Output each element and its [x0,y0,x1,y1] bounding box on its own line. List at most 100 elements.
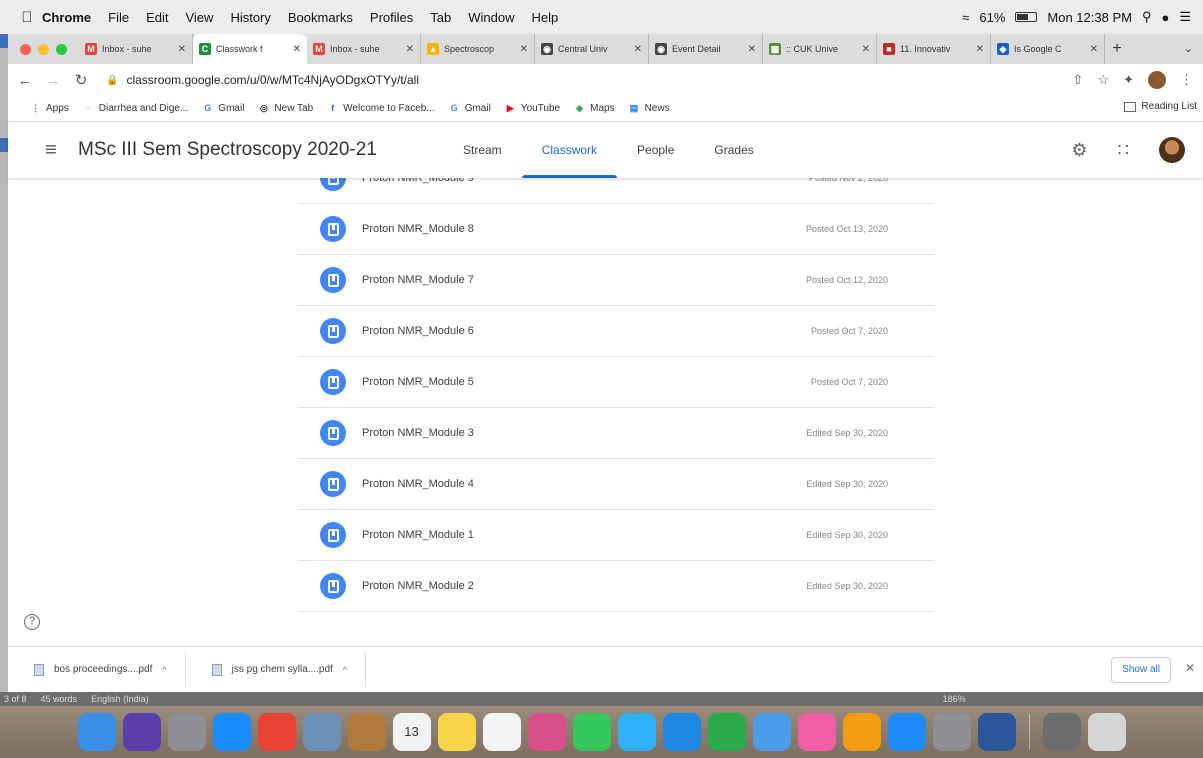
menu-view[interactable]: View [185,10,213,25]
browser-tab[interactable]: ■ 11. Innovativ ✕ [877,34,991,64]
finder-icon[interactable] [77,713,116,751]
notes-icon[interactable] [437,713,476,751]
classwork-item[interactable]: Proton NMR_Module 1 Edited Sep 30, 2020 [298,510,934,561]
download-filename[interactable]: bos proceedings....pdf [54,664,152,675]
profile-avatar[interactable] [1148,71,1166,89]
messages-icon[interactable] [617,713,656,751]
tab-close-icon[interactable]: ✕ [178,44,186,55]
bookmark-item[interactable]: ⋮ Apps [30,103,69,114]
classwork-item-title[interactable]: Proton NMR_Module 8 [362,223,474,235]
classwork-item[interactable]: Proton NMR_Module 8 Posted Oct 13, 2020 [298,204,934,255]
menu-tab[interactable]: Tab [430,10,451,25]
reminders-icon[interactable] [482,713,521,751]
classwork-item-title[interactable]: Proton NMR_Module 5 [362,376,474,388]
browser-tab[interactable]: ▦:: CUK Unive ✕ [763,34,877,64]
classwork-item[interactable]: Proton NMR_Module 2 Edited Sep 30, 2020 [298,561,934,612]
chrome-menu-icon[interactable]: ⋮ [1180,72,1193,88]
tab-close-icon[interactable]: ✕ [862,44,870,55]
tab-close-icon[interactable]: ✕ [406,44,414,55]
url-text[interactable]: classroom.google.com/u/0/w/MTc4NjAyODgxO… [126,73,419,87]
contacts-icon[interactable] [347,713,386,751]
notification-center-icon[interactable]: ☰ [1179,9,1191,25]
class-title[interactable]: MSc III Sem Spectroscopy 2020-21 [78,139,377,161]
bookmark-star-icon[interactable]: ☆ [1097,72,1109,88]
books-icon[interactable] [842,713,881,751]
zoom-window-button[interactable] [56,43,67,55]
trash-icon[interactable] [1087,713,1126,751]
tab-close-icon[interactable]: ✕ [1090,44,1098,55]
browser-tab[interactable]: ▲ Spectroscop ✕ [421,34,535,64]
browser-tab[interactable]: ◉ Event Detail ✕ [649,34,763,64]
tab-people[interactable]: People [617,122,694,178]
siri-icon[interactable] [122,713,161,751]
keynote-presentation-icon[interactable] [752,713,791,751]
tab-classwork[interactable]: Classwork [521,122,618,178]
image-capture-icon[interactable] [1042,713,1081,751]
classwork-item-title[interactable]: Proton NMR_Module 4 [362,478,474,490]
tab-search-icon[interactable]: ⌄ [1184,42,1193,55]
classwork-item-title[interactable]: Proton NMR_Module 6 [362,325,474,337]
preview-icon[interactable] [302,713,341,751]
menu-edit[interactable]: Edit [146,10,168,25]
launchpad-icon[interactable] [167,713,206,751]
apple-menu-icon[interactable]:  [12,9,42,26]
bookmark-item[interactable]: ◌ Diarrhea and Dige... [83,103,189,114]
safari-icon[interactable] [212,713,251,751]
photos-icon[interactable] [527,713,566,751]
back-button[interactable]: ← [14,72,36,89]
battery-icon[interactable] [1015,12,1038,22]
browser-tab[interactable]: ◆ Is Google C ✕ [991,34,1105,64]
download-filename[interactable]: jss pg chem sylla....pdf [232,664,333,675]
numbers-icon[interactable] [707,713,746,751]
bookmark-item[interactable]: f Welcome to Faceb... [327,103,435,114]
tab-close-icon[interactable]: ✕ [634,44,642,55]
help-icon[interactable]: ? [24,614,40,630]
forward-button[interactable]: → [42,72,64,89]
clock[interactable]: Mon 12:38 PM [1047,10,1132,25]
calendar-icon[interactable]: 13 [392,713,431,751]
browser-tab[interactable]: M Inbox - suhe ✕ [307,34,421,64]
browser-tab[interactable]: M Inbox - suhe ✕ [79,34,193,64]
spotlight-search-icon[interactable]: ⚲ [1142,9,1152,25]
tab-title[interactable]: Central Univ [558,44,629,54]
menu-window[interactable]: Window [468,10,514,25]
address-bar[interactable]: 🔒 classroom.google.com/u/0/w/MTc4NjAyODg… [100,68,1080,92]
lock-icon[interactable]: 🔒 [106,75,118,86]
tab-close-icon[interactable]: ✕ [520,44,528,55]
google-apps-grid-icon[interactable]: ∷ [1118,140,1129,161]
tab-close-icon[interactable]: ✕ [748,44,756,55]
menu-file[interactable]: File [108,10,129,25]
tab-title[interactable]: Event Detail [672,44,743,54]
classwork-item[interactable]: Proton NMR_Module 3 Edited Sep 30, 2020 [298,408,934,459]
show-all-downloads-button[interactable]: Show all [1111,657,1171,683]
siri-icon[interactable]: ● [1161,10,1169,25]
classwork-item[interactable]: Proton NMR_Module 9 Posted Nov 2, 2020 [298,178,934,204]
wifi-icon[interactable]: ≈ [962,10,969,25]
app-store-icon[interactable] [887,713,926,751]
download-options-chevron-icon[interactable]: ^ [162,665,166,675]
browser-tab[interactable]: ◉ Central Univ ✕ [535,34,649,64]
close-downloads-shelf-icon[interactable]: ✕ [1185,661,1195,675]
browser-tab[interactable]: C Classwork f ✕ [193,34,307,64]
new-tab-button[interactable]: + [1105,40,1129,58]
classwork-item-title[interactable]: Proton NMR_Module 7 [362,274,474,286]
classwork-item[interactable]: Proton NMR_Module 7 Posted Oct 12, 2020 [298,255,934,306]
download-item[interactable]: jss pg chem sylla....pdf ^ [186,652,367,687]
itunes-icon[interactable] [797,713,836,751]
extensions-icon[interactable]: ✦ [1123,72,1134,88]
class-settings-gear-icon[interactable]: ⚙ [1071,140,1087,161]
classwork-item-title[interactable]: Proton NMR_Module 2 [362,580,474,592]
tab-title[interactable]: 11. Innovativ [900,44,971,54]
menu-profiles[interactable]: Profiles [370,10,413,25]
close-window-button[interactable] [20,43,31,55]
classwork-item[interactable]: Proton NMR_Module 6 Posted Oct 7, 2020 [298,306,934,357]
menu-history[interactable]: History [230,10,270,25]
share-icon[interactable]: ⇧ [1073,72,1084,88]
menu-help[interactable]: Help [532,10,559,25]
tab-stream[interactable]: Stream [443,122,522,178]
tab-title[interactable]: Inbox - suhe [330,44,401,54]
main-menu-icon[interactable]: ≡ [36,139,66,162]
chrome-icon[interactable] [257,713,296,751]
minimize-window-button[interactable] [38,43,49,55]
bookmark-item[interactable]: ▶ YouTube [505,103,560,114]
